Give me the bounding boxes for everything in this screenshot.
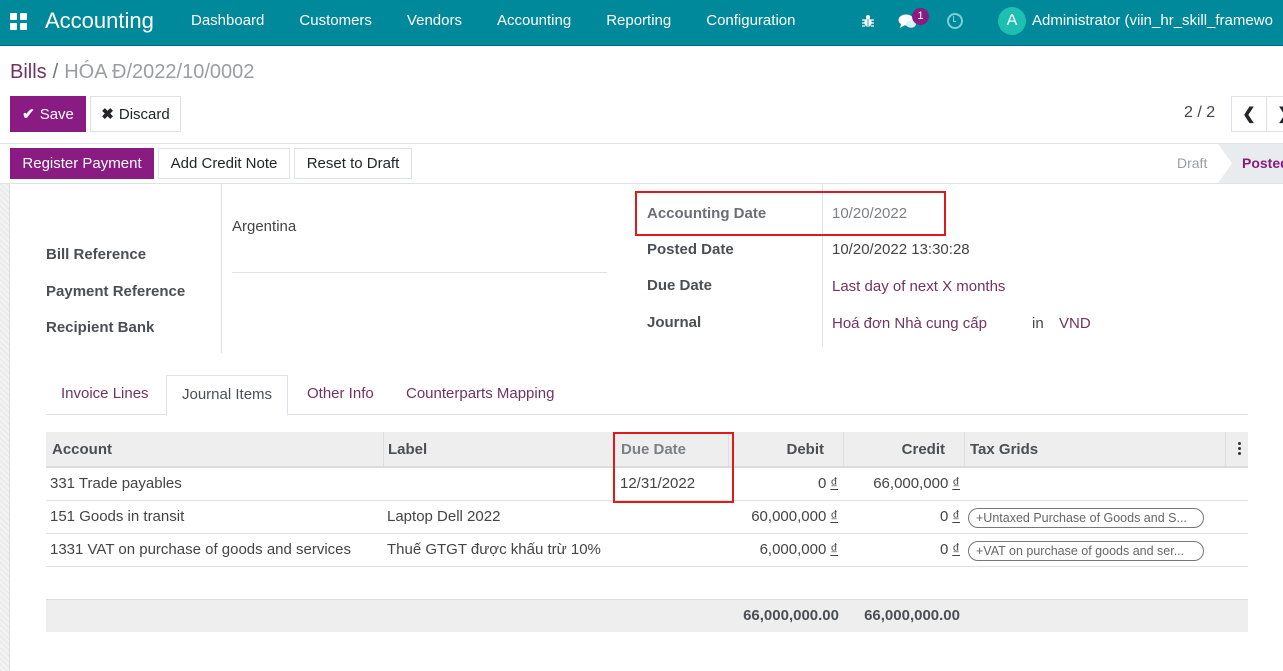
add-credit-note-button[interactable]: Add Credit Note bbox=[158, 148, 290, 179]
due-date-label: Due Date bbox=[647, 277, 713, 294]
cell-account: 1331 VAT on purchase of goods and servic… bbox=[50, 541, 352, 558]
menu-item-configuration[interactable]: Configuration bbox=[706, 12, 795, 29]
save-button-label: Save bbox=[39, 105, 74, 123]
bill-reference-label: Bill Reference bbox=[46, 246, 147, 263]
total-credit: 66,000,000.00 bbox=[864, 607, 960, 624]
check-icon: ✔ bbox=[22, 106, 35, 123]
notebook-tabs: Invoice Lines Journal Items Other Info C… bbox=[46, 375, 1248, 416]
journal-in-label: in bbox=[1032, 315, 1044, 332]
tab-other-info[interactable]: Other Info bbox=[292, 375, 389, 415]
cell-account: 331 Trade payables bbox=[50, 475, 182, 492]
table-row[interactable]: 1331 VAT on purchase of goods and servic… bbox=[46, 534, 1248, 567]
menu-item-vendors[interactable]: Vendors bbox=[407, 12, 462, 29]
cell-credit: 66,000,000 ₫ bbox=[826, 475, 960, 492]
stage-draft[interactable]: Draft bbox=[1177, 155, 1207, 171]
pager-previous-button[interactable]: ❮ bbox=[1231, 96, 1267, 132]
sheet-background bbox=[0, 184, 10, 671]
register-payment-button[interactable]: Register Payment bbox=[10, 148, 154, 179]
column-separator bbox=[843, 432, 844, 466]
tax-grid-tag[interactable]: +VAT on purchase of goods and ser... bbox=[968, 541, 1204, 561]
column-divider bbox=[221, 184, 222, 353]
apps-menu-icon[interactable] bbox=[10, 13, 27, 30]
payment-terms-link[interactable]: Last day of next X months bbox=[832, 278, 1005, 295]
column-header-credit[interactable]: Credit bbox=[851, 441, 945, 458]
credit-amount: 0 bbox=[939, 541, 949, 558]
menu-item-customers[interactable]: Customers bbox=[299, 12, 372, 29]
breadcrumb: Bills / HÓA Đ/2022/10/0002 bbox=[10, 61, 254, 84]
menu-item-accounting[interactable]: Accounting bbox=[497, 12, 571, 29]
app-name[interactable]: Accounting bbox=[45, 8, 154, 34]
cell-debit: 60,000,000 ₫ bbox=[706, 508, 838, 525]
optional-columns-kebab-icon[interactable] bbox=[1238, 442, 1241, 456]
save-button[interactable]: ✔ Save bbox=[10, 96, 86, 132]
column-header-tax-grids[interactable]: Tax Grids bbox=[970, 441, 1038, 458]
table-row[interactable]: 151 Goods in transit Laptop Dell 2022 60… bbox=[46, 501, 1248, 534]
credit-amount: 66,000,000 bbox=[873, 475, 949, 492]
accounting-date-highlight bbox=[635, 191, 946, 236]
column-separator bbox=[1225, 432, 1226, 466]
currency-link[interactable]: VND bbox=[1059, 315, 1091, 332]
column-header-account[interactable]: Account bbox=[52, 441, 112, 458]
cell-credit: 0 ₫ bbox=[826, 541, 960, 558]
column-header-label[interactable]: Label bbox=[388, 441, 427, 458]
breadcrumb-current: HÓA Đ/2022/10/0002 bbox=[64, 61, 255, 83]
cell-label: Laptop Dell 2022 bbox=[387, 508, 501, 525]
menu-item-dashboard[interactable]: Dashboard bbox=[191, 12, 264, 29]
debit-amount: 60,000,000 bbox=[751, 508, 827, 525]
cell-debit: 6,000,000 ₫ bbox=[706, 541, 838, 558]
column-separator bbox=[964, 432, 965, 466]
breadcrumb-bills-link[interactable]: Bills bbox=[10, 61, 47, 83]
field-underline bbox=[232, 272, 607, 273]
tab-journal-items[interactable]: Journal Items bbox=[166, 375, 289, 416]
pager-next-button[interactable]: ❯ bbox=[1266, 96, 1283, 132]
debug-bug-icon[interactable] bbox=[862, 14, 874, 28]
tab-counterparts-mapping[interactable]: Counterparts Mapping bbox=[391, 375, 569, 415]
breadcrumb-separator: / bbox=[52, 61, 59, 83]
journal-link[interactable]: Hoá đơn Nhà cung cấp bbox=[832, 315, 987, 332]
top-navbar: Accounting Dashboard Customers Vendors A… bbox=[0, 0, 1283, 46]
due-date-column-highlight bbox=[613, 432, 734, 503]
total-debit: 66,000,000.00 bbox=[743, 607, 839, 624]
form-statusbar: Register Payment Add Credit Note Reset t… bbox=[0, 143, 1283, 184]
cell-label: Thuế GTGT được khấu trừ 10% bbox=[387, 541, 601, 558]
menu-item-reporting[interactable]: Reporting bbox=[606, 12, 671, 29]
activity-clock-icon[interactable] bbox=[947, 13, 963, 29]
payment-reference-label: Payment Reference bbox=[46, 283, 186, 300]
journal-label: Journal bbox=[647, 314, 702, 331]
close-icon: ✖ bbox=[101, 106, 114, 123]
message-count-badge: 1 bbox=[912, 8, 929, 25]
currency-symbol: ₫ bbox=[952, 541, 960, 558]
discard-button[interactable]: ✖ Discard bbox=[90, 96, 181, 132]
recipient-bank-label: Recipient Bank bbox=[46, 319, 155, 336]
stage-posted[interactable]: Posted bbox=[1218, 144, 1283, 183]
tax-grid-tag[interactable]: +Untaxed Purchase of Goods and S... bbox=[968, 508, 1204, 528]
debit-amount: 6,000,000 bbox=[759, 541, 827, 558]
address-country: Argentina bbox=[232, 218, 297, 235]
currency-symbol: ₫ bbox=[952, 508, 960, 525]
pager-value: 2 / 2 bbox=[1184, 104, 1216, 121]
chevron-right-icon: ❯ bbox=[1277, 104, 1283, 124]
posted-date-value: 10/20/2022 13:30:28 bbox=[832, 241, 970, 258]
cell-account: 151 Goods in transit bbox=[50, 508, 185, 525]
main-menu: Dashboard Customers Vendors Accounting R… bbox=[191, 12, 830, 29]
posted-date-label: Posted Date bbox=[647, 241, 734, 258]
cell-credit: 0 ₫ bbox=[826, 508, 960, 525]
chevron-left-icon: ❮ bbox=[1242, 106, 1256, 123]
reset-to-draft-button[interactable]: Reset to Draft bbox=[294, 148, 412, 179]
credit-amount: 0 bbox=[939, 508, 949, 525]
currency-symbol: ₫ bbox=[952, 475, 960, 492]
tab-invoice-lines[interactable]: Invoice Lines bbox=[46, 375, 164, 415]
column-header-debit[interactable]: Debit bbox=[736, 441, 825, 458]
user-avatar[interactable]: A bbox=[998, 7, 1026, 35]
stage-posted-label: Posted bbox=[1242, 155, 1283, 171]
table-footer-totals: 66,000,000.00 66,000,000.00 bbox=[46, 599, 1248, 632]
user-menu[interactable]: Administrator (viin_hr_skill_framewo bbox=[1032, 12, 1273, 29]
column-separator bbox=[383, 432, 384, 466]
discard-button-label: Discard bbox=[118, 105, 170, 123]
